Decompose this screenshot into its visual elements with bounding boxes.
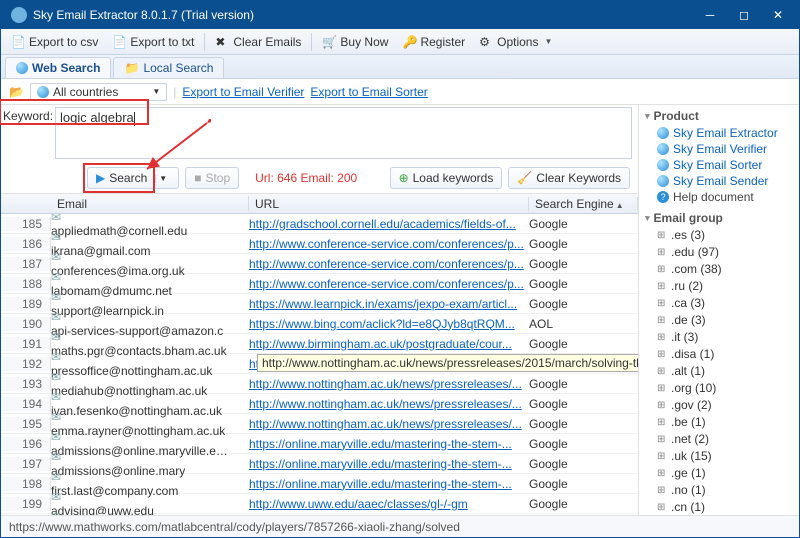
product-link[interactable]: Sky Email Sender <box>645 173 793 189</box>
email-group-header[interactable]: Email group <box>645 211 793 225</box>
globe-icon <box>16 62 28 74</box>
export-icon: 📄 <box>11 35 25 49</box>
options-button[interactable]: ⚙Options▼ <box>473 33 558 51</box>
register-button[interactable]: 🔑Register <box>396 33 471 51</box>
status-text: Url: 646 Email: 200 <box>255 171 383 185</box>
folder-open-icon[interactable]: 📂 <box>9 85 24 99</box>
tab-web-search[interactable]: Web Search <box>5 57 111 78</box>
status-bar: https://www.mathworks.com/matlabcentral/… <box>1 515 799 537</box>
tree-item[interactable]: .org (10) <box>645 380 793 397</box>
tree-item[interactable]: .de (3) <box>645 312 793 329</box>
tree-item[interactable]: .it (3) <box>645 329 793 346</box>
tree-item[interactable]: .cn (1) <box>645 499 793 515</box>
help-document[interactable]: ?Help document <box>645 189 793 205</box>
app-icon <box>11 7 27 23</box>
tree-item[interactable]: .edu (97) <box>645 244 793 261</box>
country-selector[interactable]: All countries▼ <box>30 83 167 101</box>
main-toolbar: 📄Export to csv 📄Export to txt ✖Clear Ema… <box>1 29 799 55</box>
export-csv-button[interactable]: 📄Export to csv <box>5 33 104 51</box>
tree-item[interactable]: .no (1) <box>645 482 793 499</box>
tree-item[interactable]: .com (38) <box>645 261 793 278</box>
load-keywords-button[interactable]: ⊕Load keywords <box>390 167 503 189</box>
export-sorter-link[interactable]: Export to Email Sorter <box>310 85 427 99</box>
tab-bar: Web Search 📁Local Search <box>1 55 799 79</box>
col-url[interactable]: URL <box>249 197 529 211</box>
title-bar: Sky Email Extractor 8.0.1.7 (Trial versi… <box>1 1 799 29</box>
clear-keywords-button[interactable]: 🧹Clear Keywords <box>508 167 630 189</box>
search-button[interactable]: ▶Search▼ <box>87 167 179 189</box>
product-link[interactable]: Sky Email Extractor <box>645 125 793 141</box>
globe-icon <box>37 86 49 98</box>
keyword-label: Keyword: <box>1 105 55 127</box>
plus-icon: ⊕ <box>399 171 409 185</box>
close-button[interactable]: ✕ <box>761 1 795 29</box>
maximize-button[interactable]: ◻ <box>727 1 761 29</box>
play-icon: ▶ <box>96 171 105 185</box>
clear-icon: ✖ <box>215 35 229 49</box>
buy-now-button[interactable]: 🛒Buy Now <box>316 33 394 51</box>
cart-icon: 🛒 <box>322 35 336 49</box>
table-row[interactable]: 200✉ enquiries@math.canterbury.ac.nzhttp… <box>1 514 638 515</box>
export-icon: 📄 <box>112 35 126 49</box>
product-link[interactable]: Sky Email Sorter <box>645 157 793 173</box>
tab-local-search[interactable]: 📁Local Search <box>113 57 224 78</box>
stop-icon: ■ <box>194 171 201 185</box>
tree-item[interactable]: .disa (1) <box>645 346 793 363</box>
grid-header: Email URL Search Engine▲ <box>1 194 638 214</box>
tree-item[interactable]: .net (2) <box>645 431 793 448</box>
gear-icon: ⚙ <box>479 35 493 49</box>
product-link[interactable]: Sky Email Verifier <box>645 141 793 157</box>
clear-icon: 🧹 <box>517 171 532 185</box>
stop-button[interactable]: ■Stop <box>185 167 239 189</box>
col-engine[interactable]: Search Engine▲ <box>529 197 638 211</box>
url-tooltip: http://www.nottingham.ac.uk/news/pressre… <box>257 354 638 372</box>
tree-item[interactable]: .be (1) <box>645 414 793 431</box>
col-email[interactable]: Email <box>51 196 249 211</box>
folder-icon: 📁 <box>124 61 139 75</box>
results-grid: Email URL Search Engine▲ 185✉ appliedmat… <box>1 193 638 515</box>
status-url: https://www.mathworks.com/matlabcentral/… <box>9 520 460 534</box>
tree-item[interactable]: .es (3) <box>645 227 793 244</box>
key-icon: 🔑 <box>402 35 416 49</box>
tree-item[interactable]: .ge (1) <box>645 465 793 482</box>
product-header[interactable]: Product <box>645 109 793 123</box>
tree-item[interactable]: .ru (2) <box>645 278 793 295</box>
minimize-button[interactable]: ─ <box>693 1 727 29</box>
tree-item[interactable]: .alt (1) <box>645 363 793 380</box>
tree-item[interactable]: .ca (3) <box>645 295 793 312</box>
keyword-input[interactable]: logic algebra <box>55 107 632 159</box>
clear-emails-button[interactable]: ✖Clear Emails <box>209 33 307 51</box>
tree-item[interactable]: .gov (2) <box>645 397 793 414</box>
export-txt-button[interactable]: 📄Export to txt <box>106 33 200 51</box>
help-icon: ? <box>657 191 669 203</box>
sub-toolbar: 📂 All countries▼ | Export to Email Verif… <box>1 79 799 105</box>
export-verifier-link[interactable]: Export to Email Verifier <box>182 85 304 99</box>
window-title: Sky Email Extractor 8.0.1.7 (Trial versi… <box>33 8 693 22</box>
tree-item[interactable]: .uk (15) <box>645 448 793 465</box>
